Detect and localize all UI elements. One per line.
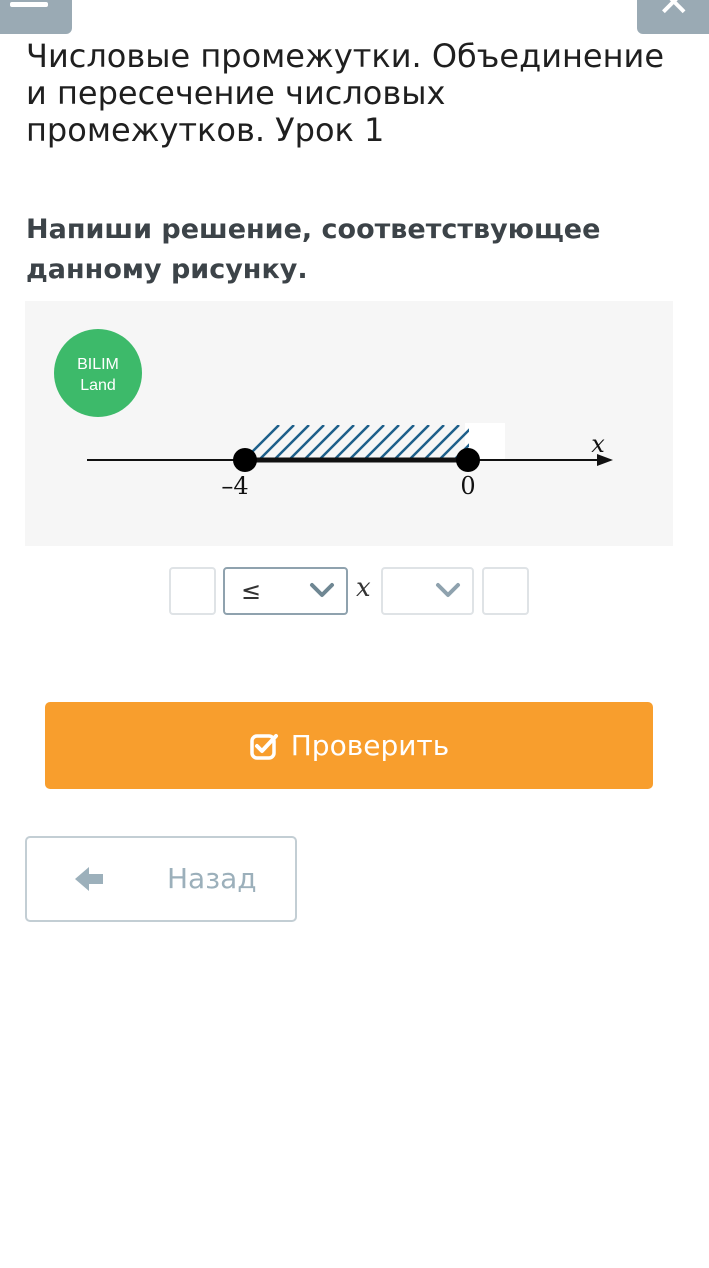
left-operator-value: ≤	[241, 577, 262, 605]
back-button[interactable]: Назад	[25, 836, 297, 922]
label-minus-four: –4	[221, 472, 248, 500]
left-operator-select[interactable]: ≤	[223, 567, 348, 615]
number-line-figure: BILIM Land –4 0 x	[25, 301, 673, 546]
arrow-left-icon	[73, 864, 105, 901]
task-instruction: Напиши решение, соответствующее данному …	[26, 214, 601, 285]
back-button-label: Назад	[167, 862, 257, 895]
point-minus-four	[233, 448, 257, 472]
menu-icon	[10, 2, 48, 7]
axis-variable-label: x	[591, 430, 605, 458]
left-value-input[interactable]	[169, 567, 216, 615]
lesson-title: Числовые промежутки. Объединение и перес…	[26, 37, 665, 149]
logo-text-line2: Land	[80, 377, 116, 394]
close-button[interactable]: ✕	[637, 0, 709, 34]
right-operator-select[interactable]	[381, 567, 474, 615]
checkbox-check-icon	[249, 731, 279, 761]
check-button-label: Проверить	[290, 729, 450, 762]
close-icon: ✕	[657, 0, 691, 26]
right-value-input[interactable]	[482, 567, 529, 615]
number-line-svg: BILIM Land –4 0 x	[54, 329, 613, 500]
chevron-down-icon	[436, 583, 460, 597]
interval-hatching	[245, 425, 469, 461]
label-zero: 0	[460, 472, 475, 500]
logo-text-line1: BILIM	[77, 356, 119, 373]
menu-button[interactable]	[0, 0, 72, 34]
point-zero	[456, 448, 480, 472]
inequality-variable: x	[356, 573, 371, 603]
check-button[interactable]: Проверить	[45, 702, 653, 789]
bilimland-logo	[54, 329, 142, 417]
answer-row: ≤ x	[0, 567, 709, 617]
chevron-down-icon	[310, 583, 334, 597]
